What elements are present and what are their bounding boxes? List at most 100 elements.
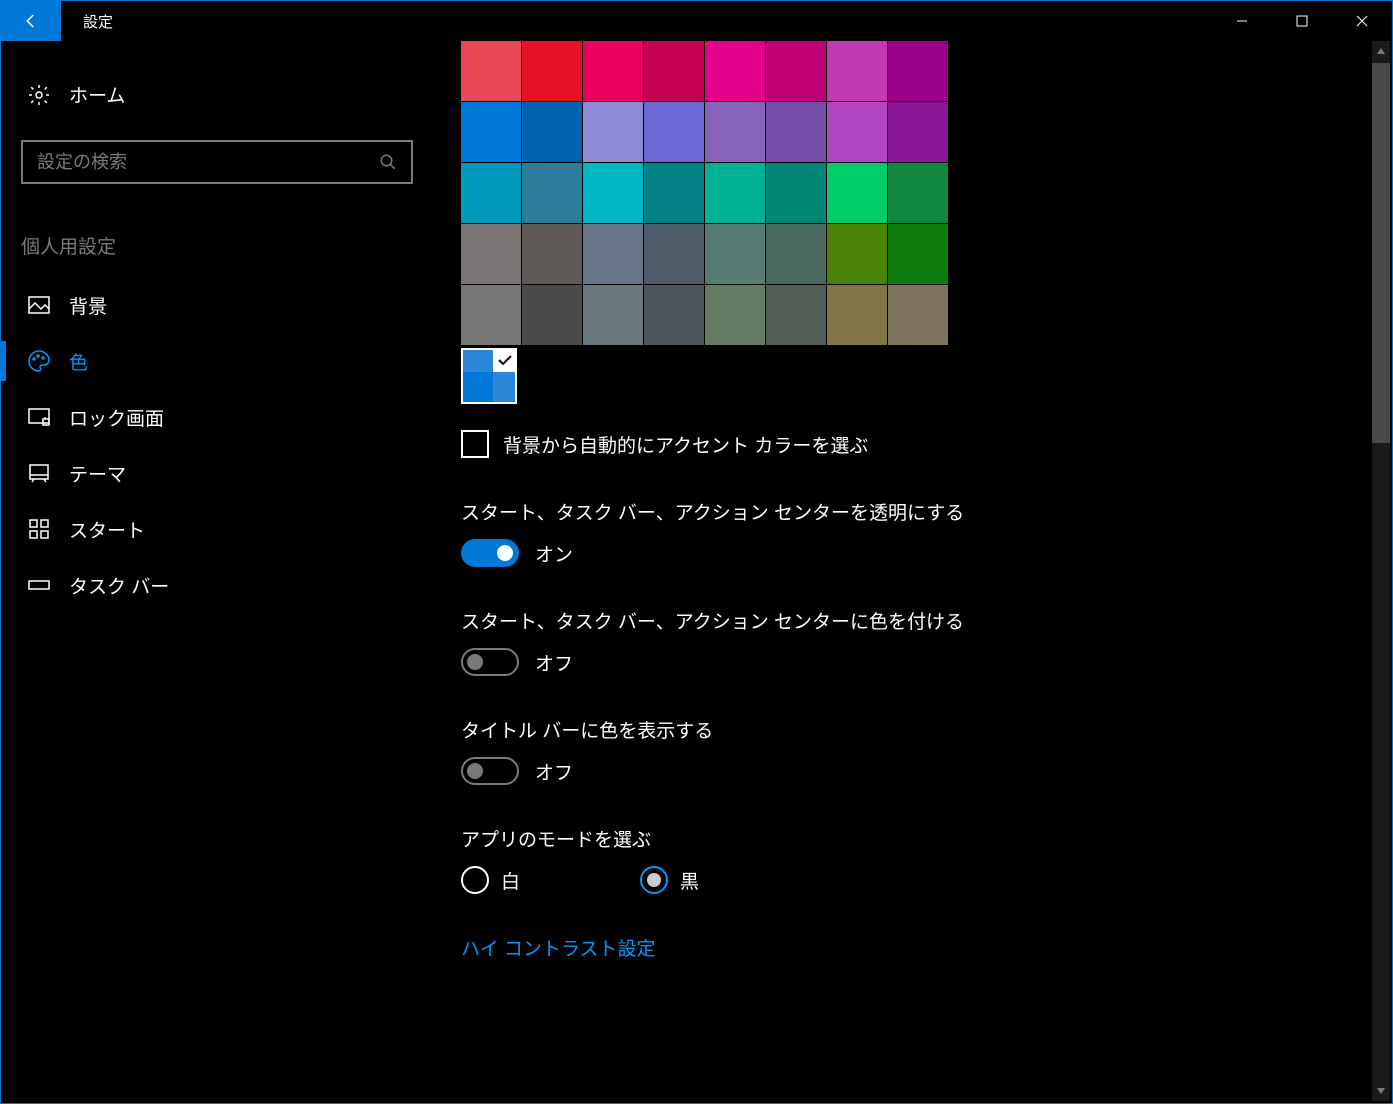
high-contrast-link[interactable]: ハイ コントラスト設定 — [461, 934, 656, 961]
color-swatch[interactable] — [888, 224, 948, 284]
color-swatch[interactable] — [888, 163, 948, 223]
color-swatch[interactable] — [705, 224, 765, 284]
color-swatch[interactable] — [644, 285, 704, 345]
nav-background[interactable]: 背景 — [21, 277, 421, 333]
search-field[interactable] — [37, 152, 379, 173]
color-swatch[interactable] — [827, 285, 887, 345]
color-swatch[interactable] — [522, 224, 582, 284]
theme-icon — [27, 461, 51, 485]
radio-label: 黒 — [680, 867, 699, 894]
titlebar-value: オフ — [535, 758, 573, 785]
selected-color-swatch[interactable] — [461, 348, 517, 404]
color-swatch[interactable] — [644, 163, 704, 223]
appmode-light[interactable]: 白 — [461, 866, 520, 894]
titlebar-toggle[interactable] — [461, 757, 519, 785]
section-header: 個人用設定 — [21, 232, 421, 259]
appmode-label: アプリのモードを選ぶ — [461, 825, 1392, 852]
nav-colors[interactable]: 色 — [21, 333, 421, 389]
start-icon — [27, 517, 51, 541]
taskbar-icon — [27, 573, 51, 597]
palette-icon — [27, 349, 51, 373]
nav-themes[interactable]: テーマ — [21, 445, 421, 501]
sidebar: ホーム 個人用設定 背景 色 ロック画面 テーマ スタート タスク — [1, 41, 421, 1103]
scrollbar[interactable] — [1372, 41, 1390, 1101]
nav-taskbar[interactable]: タスク バー — [21, 557, 421, 613]
color-swatch[interactable] — [461, 163, 521, 223]
appmode-dark[interactable]: 黒 — [640, 866, 699, 894]
color-swatch[interactable] — [583, 41, 643, 101]
colorize-value: オフ — [535, 649, 573, 676]
color-swatch[interactable] — [522, 41, 582, 101]
color-swatch[interactable] — [583, 163, 643, 223]
main-content: 背景から自動的にアクセント カラーを選ぶ スタート、タスク バー、アクション セ… — [421, 41, 1392, 1103]
window-controls — [1212, 1, 1392, 41]
color-swatch[interactable] — [705, 102, 765, 162]
transparent-value: オン — [535, 540, 573, 567]
color-swatch[interactable] — [827, 102, 887, 162]
color-swatch[interactable] — [644, 41, 704, 101]
color-swatch[interactable] — [705, 163, 765, 223]
home-label: ホーム — [69, 81, 125, 108]
radio-icon — [461, 866, 489, 894]
color-swatch[interactable] — [827, 163, 887, 223]
color-swatch[interactable] — [461, 102, 521, 162]
scroll-thumb[interactable] — [1372, 63, 1390, 443]
color-swatch[interactable] — [644, 102, 704, 162]
color-swatch[interactable] — [766, 41, 826, 101]
auto-accent-label: 背景から自動的にアクセント カラーを選ぶ — [503, 431, 868, 458]
scroll-down-icon[interactable] — [1372, 1081, 1390, 1101]
home-button[interactable]: ホーム — [21, 71, 421, 118]
nav-label: ロック画面 — [69, 404, 164, 431]
color-swatch[interactable] — [583, 285, 643, 345]
color-swatch[interactable] — [461, 41, 521, 101]
radio-icon — [640, 866, 668, 894]
check-icon — [493, 348, 517, 372]
color-swatch[interactable] — [827, 41, 887, 101]
color-swatch[interactable] — [827, 224, 887, 284]
colorize-label: スタート、タスク バー、アクション センターに色を付ける — [461, 607, 1392, 634]
color-swatch[interactable] — [583, 224, 643, 284]
nav-label: 背景 — [69, 292, 107, 319]
color-swatch[interactable] — [888, 285, 948, 345]
color-swatch[interactable] — [766, 285, 826, 345]
color-swatch[interactable] — [766, 102, 826, 162]
nav-label: テーマ — [69, 460, 126, 487]
nav-label: タスク バー — [69, 572, 169, 599]
color-swatch[interactable] — [644, 224, 704, 284]
color-swatch[interactable] — [522, 102, 582, 162]
search-icon — [379, 153, 397, 171]
nav-label: スタート — [69, 516, 145, 543]
picture-icon — [27, 293, 51, 317]
nav-start[interactable]: スタート — [21, 501, 421, 557]
maximize-button[interactable] — [1272, 1, 1332, 41]
color-swatch[interactable] — [766, 224, 826, 284]
minimize-button[interactable] — [1212, 1, 1272, 41]
back-button[interactable] — [1, 1, 61, 41]
color-swatch[interactable] — [461, 285, 521, 345]
lockscreen-icon — [27, 405, 51, 429]
color-swatch[interactable] — [888, 102, 948, 162]
search-input[interactable] — [21, 140, 413, 184]
nav-lockscreen[interactable]: ロック画面 — [21, 389, 421, 445]
nav-label: 色 — [69, 348, 88, 375]
titlebar: 設定 — [1, 1, 1392, 41]
color-swatch[interactable] — [766, 163, 826, 223]
transparent-label: スタート、タスク バー、アクション センターを透明にする — [461, 498, 1392, 525]
color-swatch[interactable] — [522, 163, 582, 223]
auto-accent-checkbox[interactable] — [461, 430, 489, 458]
color-swatch[interactable] — [705, 41, 765, 101]
titlebar-label: タイトル バーに色を表示する — [461, 716, 1392, 743]
scroll-up-icon[interactable] — [1372, 41, 1390, 61]
radio-label: 白 — [501, 867, 520, 894]
window-title: 設定 — [61, 11, 113, 32]
color-swatch[interactable] — [522, 285, 582, 345]
color-swatch[interactable] — [583, 102, 643, 162]
color-swatch[interactable] — [705, 285, 765, 345]
color-swatch[interactable] — [888, 41, 948, 101]
color-grid — [461, 41, 1392, 346]
gear-icon — [27, 83, 51, 107]
colorize-toggle[interactable] — [461, 648, 519, 676]
transparent-toggle[interactable] — [461, 539, 519, 567]
color-swatch[interactable] — [461, 224, 521, 284]
close-button[interactable] — [1332, 1, 1392, 41]
